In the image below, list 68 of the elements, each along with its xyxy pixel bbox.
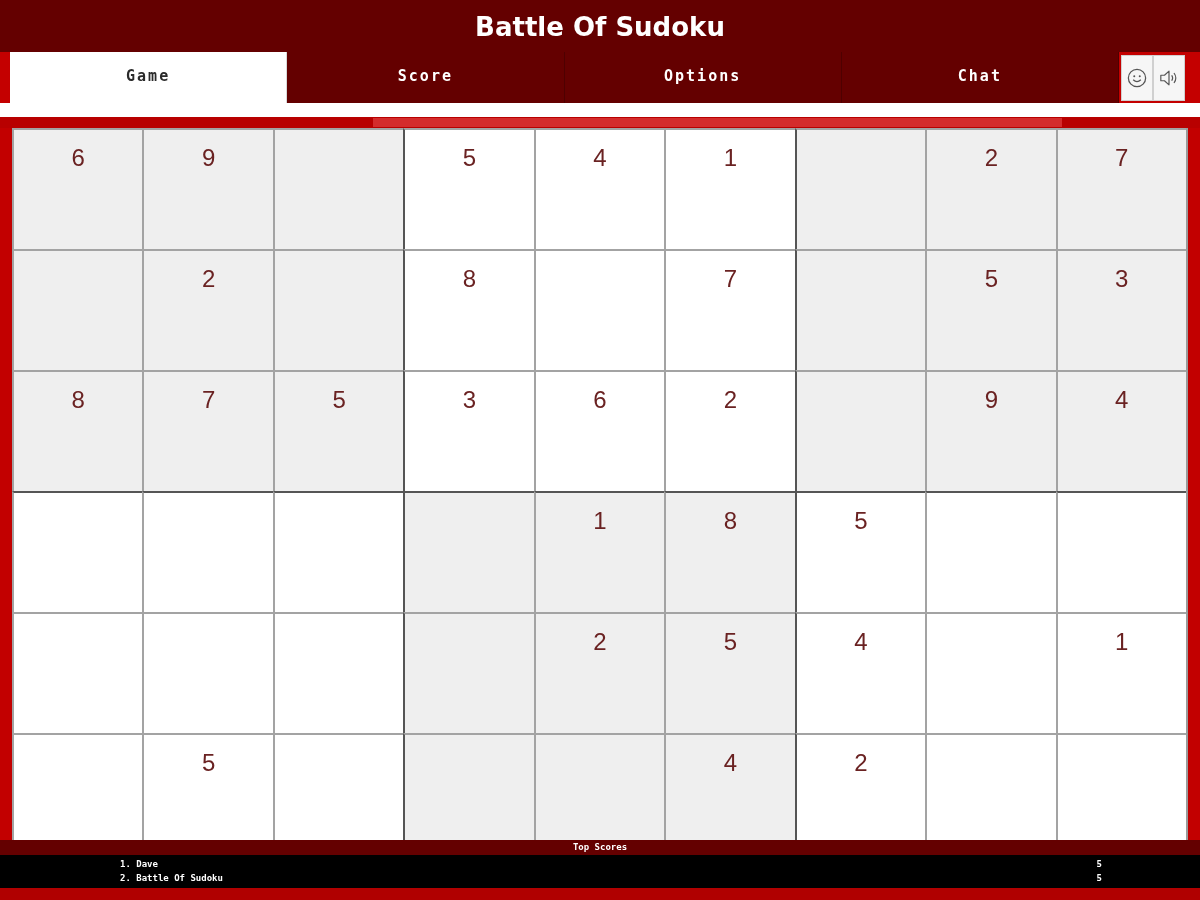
sudoku-cell[interactable] — [1055, 491, 1186, 612]
sudoku-cell[interactable]: 5 — [664, 612, 795, 733]
sudoku-cell[interactable] — [794, 249, 926, 370]
sudoku-cell[interactable] — [142, 491, 273, 612]
sudoku-cell[interactable]: 7 — [1055, 128, 1186, 249]
sudoku-cell[interactable]: 4 — [1055, 370, 1186, 491]
score-value: 5 — [1096, 873, 1102, 884]
sudoku-cell[interactable]: 5 — [272, 370, 404, 491]
sudoku-cell[interactable]: 4 — [533, 128, 665, 249]
sudoku-cell[interactable]: 3 — [1055, 249, 1186, 370]
app-title: Battle Of Sudoku — [475, 11, 725, 44]
sudoku-cell[interactable]: 5 — [794, 491, 926, 612]
sudoku-cell[interactable]: 6 — [12, 128, 143, 249]
sudoku-cell[interactable] — [925, 491, 1056, 612]
sudoku-cell[interactable]: 1 — [533, 491, 665, 612]
sudoku-cell[interactable] — [272, 491, 404, 612]
sudoku-cell[interactable] — [12, 491, 143, 612]
sudoku-cell[interactable] — [403, 733, 534, 840]
sudoku-cell[interactable] — [272, 612, 404, 733]
sudoku-cell[interactable] — [12, 733, 143, 840]
sudoku-cell[interactable] — [12, 612, 143, 733]
sudoku-cell[interactable]: 1 — [664, 128, 795, 249]
sudoku-cell[interactable] — [403, 491, 534, 612]
sudoku-cell[interactable]: 5 — [142, 733, 273, 840]
emoji-button[interactable] — [1121, 55, 1153, 101]
sudoku-cell[interactable] — [272, 128, 404, 249]
sudoku-cell[interactable] — [1055, 733, 1186, 840]
sound-button[interactable] — [1153, 55, 1185, 101]
sudoku-cell[interactable]: 8 — [664, 491, 795, 612]
score-player: 1. Dave — [120, 859, 158, 870]
score-value: 5 — [1096, 859, 1102, 870]
sudoku-cell[interactable]: 4 — [794, 612, 926, 733]
sudoku-cell[interactable]: 3 — [403, 370, 534, 491]
sudoku-cell[interactable] — [794, 128, 926, 249]
score-player: 2. Battle Of Sudoku — [120, 873, 223, 884]
sudoku-cell[interactable]: 5 — [925, 249, 1056, 370]
scores-title: Top Scores — [572, 842, 628, 853]
sudoku-cell[interactable]: 5 — [403, 128, 534, 249]
sudoku-cell[interactable]: 2 — [794, 733, 926, 840]
sudoku-cell[interactable] — [12, 249, 143, 370]
sudoku-cell[interactable]: 8 — [403, 249, 534, 370]
tab[interactable]: Chat — [841, 52, 1119, 103]
sudoku-cell[interactable] — [533, 733, 665, 840]
sudoku-cell[interactable] — [272, 249, 404, 370]
sudoku-cell[interactable] — [403, 612, 534, 733]
sudoku-cell[interactable]: 7 — [664, 249, 795, 370]
tab[interactable]: Game — [10, 52, 288, 103]
sudoku-cell[interactable] — [925, 612, 1056, 733]
sudoku-cell[interactable]: 2 — [925, 128, 1056, 249]
sudoku-cell[interactable]: 7 — [142, 370, 273, 491]
sudoku-cell[interactable]: 4 — [664, 733, 795, 840]
sudoku-cell[interactable]: 2 — [533, 612, 665, 733]
sudoku-cell[interactable]: 1 — [1055, 612, 1186, 733]
sudoku-cell[interactable]: 6 — [533, 370, 665, 491]
sudoku-cell[interactable]: 8 — [12, 370, 143, 491]
tab[interactable]: Score — [287, 52, 565, 103]
sudoku-cell[interactable]: 2 — [142, 249, 273, 370]
sudoku-cell[interactable] — [142, 612, 273, 733]
tab[interactable]: Options — [564, 52, 842, 103]
sudoku-cell[interactable]: 9 — [925, 370, 1056, 491]
smiley-icon — [1127, 68, 1147, 88]
sudoku-cell[interactable] — [794, 370, 926, 491]
sudoku-cell[interactable] — [533, 249, 665, 370]
speaker-icon — [1159, 68, 1179, 88]
sudoku-cell[interactable] — [272, 733, 404, 840]
sudoku-cell[interactable]: 9 — [142, 128, 273, 249]
sudoku-cell[interactable] — [925, 733, 1056, 840]
sudoku-cell[interactable]: 2 — [664, 370, 795, 491]
